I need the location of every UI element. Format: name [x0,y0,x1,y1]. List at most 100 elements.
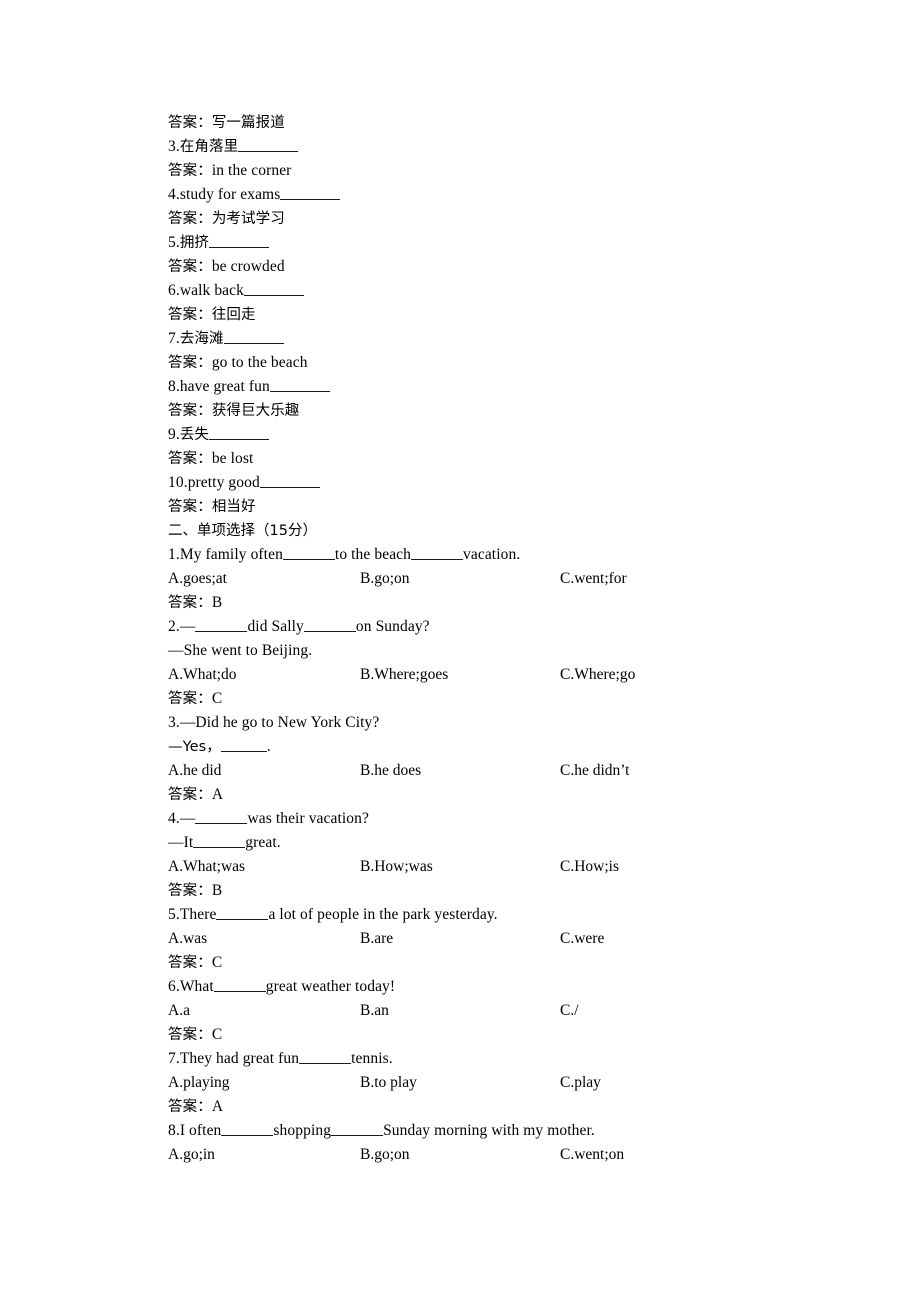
fill-blank[interactable] [209,235,270,248]
option-a[interactable]: A.What;was [168,855,245,879]
stem-text: Sunday morning with my mother. [383,1122,595,1139]
fill-blank[interactable] [195,618,248,632]
fill-blank[interactable] [299,1050,352,1064]
answer-text: 相当好 [211,499,256,515]
option-row: A.go;in B.go;on C.went;on [168,1143,868,1167]
option-a[interactable]: A.goes;at [168,567,227,591]
fill-blank[interactable] [220,738,267,752]
phrase-prompt: 9.丢失 [168,423,868,447]
answer-value: A [211,1098,224,1115]
item-number: 3. [168,138,180,155]
option-a[interactable]: A.What;do [168,663,236,687]
phrase-prompt: 10.pretty good [168,471,868,495]
stem-text: 6.What [168,978,214,995]
item-number: 6. [168,282,180,299]
answer-label: 答案： [168,691,212,707]
option-a[interactable]: A.playing [168,1071,230,1095]
option-c[interactable]: C.How;is [560,855,619,879]
phrase-prompt: 4.study for exams [168,183,868,207]
fill-blank[interactable] [209,427,270,440]
fill-blank[interactable] [269,378,330,392]
answer-text: be lost [211,450,254,467]
fill-blank[interactable] [259,474,320,488]
option-a[interactable]: A.go;in [168,1143,215,1167]
answer-line: 答案：go to the beach [168,351,868,375]
fill-blank[interactable] [303,618,356,632]
option-c[interactable]: C./ [560,999,579,1023]
fill-blank[interactable] [238,139,299,152]
answer-label: 答案： [168,451,212,467]
item-prompt: 去海滩 [179,331,224,347]
question-reply: —Yes，. [168,735,868,759]
stem-text: shopping [273,1122,332,1139]
option-row: A.was B.are C.were [168,927,868,951]
fill-blank[interactable] [216,906,269,920]
question-reply: —She went to Beijing. [168,642,313,659]
answer-label: 答案： [168,211,212,227]
answer-value: C [211,1026,223,1043]
answer-line: 答案：往回走 [168,303,868,327]
item-number: 10. [168,474,188,491]
option-row: A.goes;at B.go;on C.went;for [168,567,868,591]
fill-blank[interactable] [411,546,464,560]
stem-text: on Sunday? [355,618,430,635]
fill-blank[interactable] [195,810,248,824]
option-c[interactable]: C.he didn’t [560,759,629,783]
fill-blank[interactable] [282,546,335,560]
option-row: A.playing B.to play C.play [168,1071,868,1095]
option-b[interactable]: B.How;was [360,855,433,879]
option-c[interactable]: C.Where;go [560,663,635,687]
fill-blank[interactable] [244,282,304,296]
question-stem: 6.What great weather today! [168,975,868,999]
fill-blank[interactable] [280,186,341,200]
fill-blank[interactable] [193,834,246,848]
answer-line: 答案：为考试学习 [168,207,868,231]
answer-value: B [211,594,223,611]
answer-text: 往回走 [211,307,256,323]
answer-label: 答案： [168,163,212,179]
option-row: A.What;was B.How;was C.How;is [168,855,868,879]
answer-value: A [211,786,224,803]
document-body: 答案：写一篇报道 3.在角落里 答案：in the corner 4.study… [168,111,868,1167]
option-c[interactable]: C.went;on [560,1143,624,1167]
answer-value: C [211,690,223,707]
answer-label: 答案： [168,403,212,419]
option-row: A.What;do B.Where;goes C.Where;go [168,663,868,687]
stem-text: 2.— [168,618,196,635]
fill-blank[interactable] [221,1122,274,1136]
option-b[interactable]: B.to play [360,1071,417,1095]
answer-line: 答案：获得巨大乐趣 [168,399,868,423]
option-b[interactable]: B.go;on [360,1143,410,1167]
item-prompt: walk back [179,282,244,299]
option-a[interactable]: A.he did [168,759,221,783]
question-stem: 8.I often shopping Sunday morning with my … [168,1119,868,1143]
answer-text: 写一篇报道 [211,115,285,131]
answer-line: 答案：be lost [168,447,868,471]
item-prompt: study for exams [179,186,281,203]
fill-blank[interactable] [223,331,284,344]
fill-blank[interactable] [213,978,266,992]
option-b[interactable]: B.an [360,999,389,1023]
option-c[interactable]: C.went;for [560,567,627,591]
option-a[interactable]: A.was [168,927,207,951]
answer-text: 为考试学习 [211,211,285,227]
stem-text: great weather today! [265,978,396,995]
option-b[interactable]: B.Where;goes [360,663,448,687]
answer-text: go to the beach [211,354,308,371]
option-c[interactable]: C.play [560,1071,601,1095]
reply-text: great. [245,834,281,851]
answer-line: 答案：C [168,687,868,711]
fill-blank[interactable] [331,1122,384,1136]
stem-text: 5.There [168,906,217,923]
option-c[interactable]: C.were [560,927,604,951]
section-heading-multiple-choice: 二、单项选择（15分） [168,523,317,539]
option-b[interactable]: B.are [360,927,393,951]
option-a[interactable]: A.a [168,999,190,1023]
stem-text: a lot of people in the park yesterday. [268,906,498,923]
reply-text: . [266,738,271,755]
phrase-prompt: 5.拥挤 [168,231,868,255]
item-prompt: 在角落里 [179,139,239,155]
stem-text: 8.I often [168,1122,222,1139]
option-b[interactable]: B.go;on [360,567,410,591]
option-b[interactable]: B.he does [360,759,421,783]
